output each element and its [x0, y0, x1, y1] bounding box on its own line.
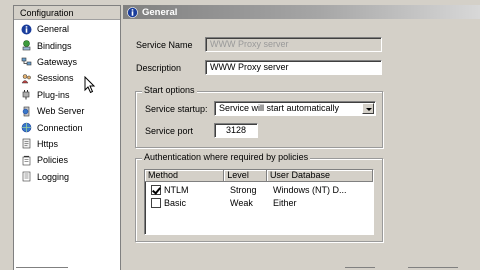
plugin-icon	[22, 90, 30, 100]
info-icon	[21, 24, 32, 35]
https-icon	[22, 139, 31, 149]
web-server-icon	[22, 106, 30, 116]
sidebar-item-web-server[interactable]: Web Server	[14, 103, 120, 119]
method-cell: NTLM	[164, 184, 189, 195]
description-label: Description	[136, 63, 182, 73]
service-port-field[interactable]: 3128	[214, 123, 258, 138]
sidebar-item-bindings[interactable]: Bindings	[14, 37, 120, 53]
sidebar-item-general[interactable]: General	[14, 21, 120, 37]
network-icon	[22, 40, 31, 51]
db-cell: Either	[273, 197, 297, 208]
sidebar-item-label: Connection	[37, 122, 83, 133]
gateway-icon	[21, 58, 32, 66]
description-field[interactable]: WWW Proxy server	[205, 60, 382, 75]
sidebar-item-sessions[interactable]: Sessions	[14, 70, 120, 86]
sidebar-item-connection[interactable]: Connection	[14, 119, 120, 135]
configuration-sidebar: Configuration General Bindings Gateways	[13, 5, 121, 270]
service-port-label: Service port	[145, 126, 194, 136]
level-cell: Strong	[230, 184, 257, 195]
sidebar-item-gateways[interactable]: Gateways	[14, 54, 120, 70]
basic-checkbox[interactable]	[151, 197, 161, 208]
authentication-group: Authentication where required by policie…	[135, 152, 383, 242]
list-item[interactable]: NTLM Strong Windows (NT) D...	[145, 183, 373, 196]
chevron-down-icon[interactable]	[362, 103, 374, 114]
method-cell: Basic	[164, 197, 187, 208]
db-cell: Windows (NT) D...	[273, 184, 347, 195]
sidebar-item-label: General	[37, 24, 70, 35]
service-name-label: Service Name	[136, 40, 193, 50]
info-icon	[127, 6, 138, 18]
sidebar-item-label: Bindings	[37, 40, 72, 51]
sidebar-item-plugins[interactable]: Plug-ins	[14, 87, 120, 103]
service-startup-select[interactable]: Service will start automatically	[214, 101, 376, 116]
sidebar-item-https[interactable]: Https	[14, 136, 120, 152]
mouse-cursor-icon	[84, 76, 96, 94]
panel-title: General	[142, 6, 178, 18]
level-cell: Weak	[230, 197, 253, 208]
service-startup-value: Service will start automatically	[219, 103, 340, 113]
sidebar-item-policies[interactable]: Policies	[14, 152, 120, 168]
general-panel: General Service Name WWW Proxy server De…	[123, 5, 480, 270]
sessions-icon	[21, 74, 31, 84]
sidebar-item-label: Plug-ins	[37, 89, 70, 100]
sidebar-item-label: Policies	[37, 155, 69, 166]
start-options-title: Start options	[142, 85, 197, 95]
nav-list: General Bindings Gateways Sessions Plug-…	[14, 20, 120, 185]
column-level[interactable]: Level	[224, 170, 267, 182]
sidebar-item-label: Web Server	[37, 106, 85, 117]
sidebar-item-logging[interactable]: Logging	[14, 169, 120, 185]
bottom-button-edge	[408, 267, 458, 268]
sidebar-item-label: Https	[37, 138, 59, 149]
column-user-database[interactable]: User Database	[266, 170, 373, 182]
sidebar-item-label: Gateways	[37, 56, 78, 67]
authentication-title: Authentication where required by policie…	[142, 152, 311, 162]
bottom-button-edge	[16, 267, 68, 268]
sidebar-item-label: Logging	[37, 171, 70, 182]
service-name-field[interactable]: WWW Proxy server	[205, 37, 382, 52]
connection-icon	[21, 122, 32, 133]
panel-header: General	[123, 5, 480, 19]
sidebar-header: Configuration	[14, 6, 120, 20]
bottom-button-edge	[345, 267, 375, 268]
authentication-list[interactable]: Method Level User Database NTLM Strong W…	[144, 169, 374, 235]
column-method[interactable]: Method	[145, 170, 225, 182]
list-item[interactable]: Basic Weak Either	[145, 196, 373, 209]
policies-icon	[22, 155, 31, 166]
list-header: Method Level User Database	[145, 170, 373, 182]
start-options-group: Start options Service startup: Service w…	[135, 85, 383, 148]
sidebar-item-label: Sessions	[37, 73, 74, 84]
service-startup-label: Service startup:	[145, 104, 208, 114]
logging-icon	[22, 171, 31, 182]
ntlm-checkbox[interactable]	[151, 184, 161, 195]
